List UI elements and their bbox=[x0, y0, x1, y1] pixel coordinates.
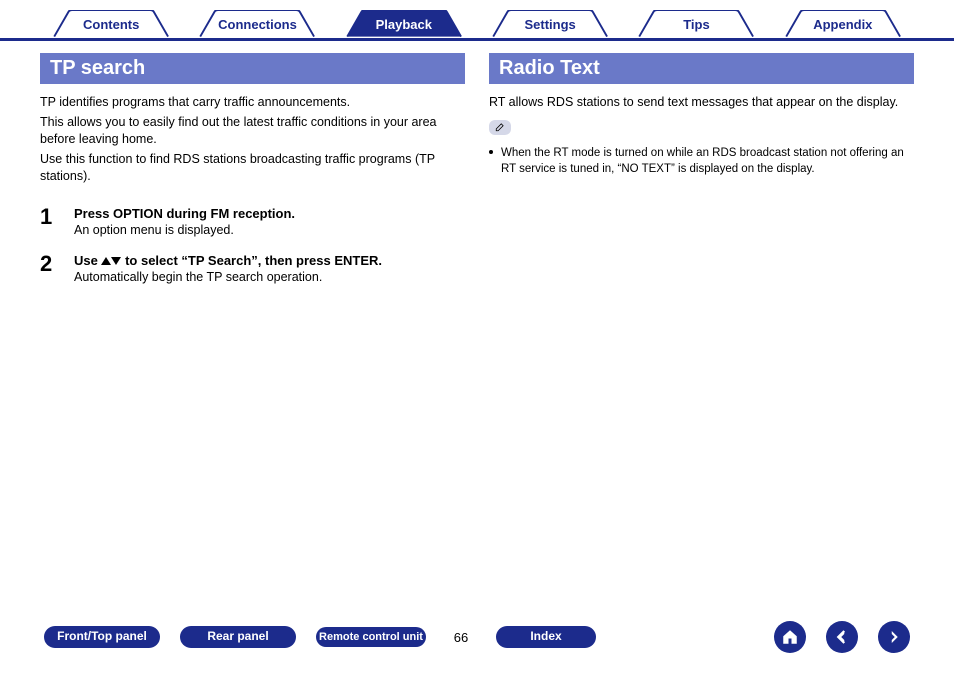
tab-connections[interactable]: Connections bbox=[186, 10, 328, 38]
body-text: This allows you to easily find out the l… bbox=[40, 114, 465, 149]
step-heading-suffix: to select “TP Search”, then press ENTER. bbox=[121, 253, 382, 268]
step-heading-prefix: Use bbox=[74, 253, 101, 268]
step-subtext: Automatically begin the TP search operat… bbox=[74, 270, 465, 284]
body-text: TP identifies programs that carry traffi… bbox=[40, 94, 465, 112]
top-tabs: Contents Connections Playback Settings T… bbox=[0, 0, 954, 41]
step-subtext: An option menu is displayed. bbox=[74, 223, 465, 237]
bottom-bar: Front/Top panel Rear panel Remote contro… bbox=[44, 621, 910, 653]
page-number: 66 bbox=[446, 630, 476, 645]
note-bullet: When the RT mode is turned on while an R… bbox=[489, 145, 914, 177]
triangle-up-icon bbox=[101, 257, 111, 265]
rear-panel-button[interactable]: Rear panel bbox=[180, 626, 296, 647]
tab-contents[interactable]: Contents bbox=[40, 10, 182, 38]
step: 1 Press OPTION during FM reception. An o… bbox=[40, 204, 465, 237]
tab-label: Playback bbox=[333, 10, 475, 38]
content-area: TP search TP identifies programs that ca… bbox=[0, 41, 954, 298]
steps-list: 1 Press OPTION during FM reception. An o… bbox=[40, 204, 465, 284]
step: 2 Use to select “TP Search”, then press … bbox=[40, 251, 465, 284]
tab-label: Appendix bbox=[772, 10, 914, 38]
tab-label: Settings bbox=[479, 10, 621, 38]
step-number: 2 bbox=[40, 251, 60, 277]
left-column: TP search TP identifies programs that ca… bbox=[40, 53, 465, 298]
front-top-panel-button[interactable]: Front/Top panel bbox=[44, 626, 160, 647]
section-title-tp-search: TP search bbox=[40, 53, 465, 84]
tab-tips[interactable]: Tips bbox=[625, 10, 767, 38]
body-text: Use this function to find RDS stations b… bbox=[40, 151, 465, 186]
step-heading: Press OPTION during FM reception. bbox=[74, 206, 465, 221]
section-title-radio-text: Radio Text bbox=[489, 53, 914, 84]
next-page-button[interactable] bbox=[878, 621, 910, 653]
pencil-note-icon bbox=[489, 120, 511, 135]
home-button[interactable] bbox=[774, 621, 806, 653]
tab-settings[interactable]: Settings bbox=[479, 10, 621, 38]
index-button[interactable]: Index bbox=[496, 626, 596, 647]
tab-label: Connections bbox=[186, 10, 328, 38]
body-text: RT allows RDS stations to send text mess… bbox=[489, 94, 914, 112]
tab-playback[interactable]: Playback bbox=[333, 10, 475, 38]
right-column: Radio Text RT allows RDS stations to sen… bbox=[489, 53, 914, 298]
step-heading: Use to select “TP Search”, then press EN… bbox=[74, 253, 465, 268]
tab-label: Contents bbox=[40, 10, 182, 38]
tab-label: Tips bbox=[625, 10, 767, 38]
triangle-down-icon bbox=[111, 257, 121, 265]
prev-page-button[interactable] bbox=[826, 621, 858, 653]
remote-control-unit-button[interactable]: Remote control unit bbox=[316, 627, 426, 647]
tab-appendix[interactable]: Appendix bbox=[772, 10, 914, 38]
step-number: 1 bbox=[40, 204, 60, 230]
